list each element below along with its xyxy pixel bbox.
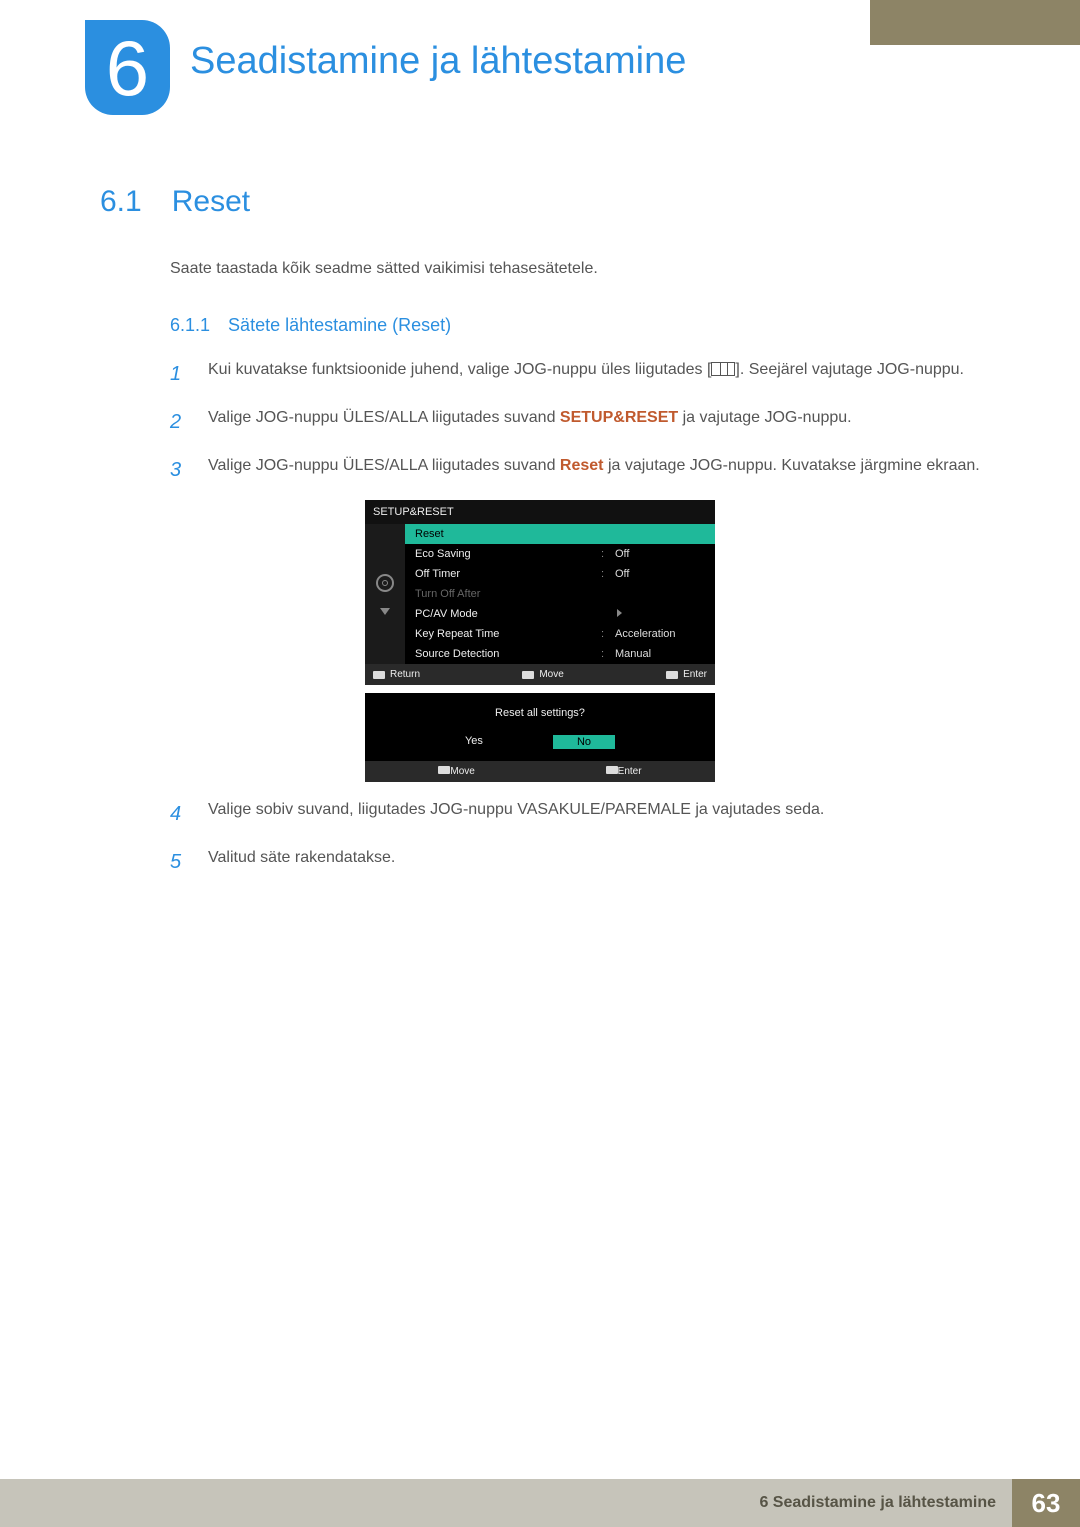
label: Move [539, 669, 563, 680]
osd-header: SETUP&RESET [365, 500, 715, 524]
menu-value: Acceleration [615, 628, 705, 640]
menu-label: Source Detection [415, 648, 595, 660]
osd-confirm-dialog: Reset all settings? Yes No Move Enter [365, 693, 715, 782]
menu-label: Reset [415, 528, 705, 540]
menu-label: Eco Saving [415, 548, 595, 560]
step-text: Valige JOG-nuppu ÜLES/ALLA liigutades su… [208, 404, 980, 440]
highlight: Reset [560, 457, 604, 474]
enter-icon [666, 671, 678, 679]
step-number: 2 [170, 404, 188, 440]
move-icon [438, 766, 450, 774]
footer-text: 6 Seadistamine ja lähtestamine [0, 1479, 1012, 1527]
arrow-down-icon [380, 608, 390, 615]
menu-icon [711, 362, 735, 376]
page-number: 63 [1012, 1479, 1080, 1527]
step-text: Valige sobiv suvand, liigutades JOG-nupp… [208, 796, 980, 832]
osd-menu-item: Turn Off After [405, 584, 715, 604]
osd-menu-item: Off Timer: Off [405, 564, 715, 584]
step-5: 5 Valitud säte rakendatakse. [170, 844, 980, 880]
step-4: 4 Valige sobiv suvand, liigutades JOG-nu… [170, 796, 980, 832]
menu-label: Key Repeat Time [415, 628, 595, 640]
step-number: 3 [170, 452, 188, 488]
step-text: Valitud säte rakendatakse. [208, 844, 980, 880]
label: Enter [683, 669, 707, 680]
step-number: 5 [170, 844, 188, 880]
osd-sidebar [365, 524, 405, 664]
colon: : [601, 568, 609, 580]
step-number: 1 [170, 356, 188, 392]
gear-icon [376, 574, 394, 592]
step-text: Valige JOG-nuppu ÜLES/ALLA liigutades su… [208, 452, 980, 488]
menu-value: Manual [615, 648, 705, 660]
page-footer: 6 Seadistamine ja lähtestamine 63 [0, 1479, 1080, 1527]
colon: : [601, 648, 609, 660]
confirm-yes: Yes [465, 735, 483, 749]
label: Enter [618, 766, 642, 777]
osd-panel-main: SETUP&RESET ResetEco Saving:OffOff Timer… [365, 500, 715, 685]
menu-value: Off [615, 568, 705, 580]
enter-icon [606, 766, 618, 774]
chapter-badge: 6 [85, 20, 170, 115]
confirm-no: No [553, 735, 615, 749]
arrow-right-icon [617, 609, 622, 617]
confirm-footer: Move Enter [365, 761, 715, 782]
osd-menu-item: Key Repeat Time: Acceleration [405, 624, 715, 644]
subsection-title: Sätete lähtestamine (Reset) [228, 315, 451, 336]
footer-return: Return [373, 669, 420, 680]
subsection-number: 6.1.1 [170, 315, 210, 336]
osd-menu-item: PC/AV Mode [405, 604, 715, 624]
text-fragment: ]. Seejärel vajutage JOG-nuppu. [735, 361, 964, 378]
footer-enter: Enter [666, 669, 707, 680]
step-number: 4 [170, 796, 188, 832]
section-number: 6.1 [100, 185, 142, 219]
osd-footer: Return Move Enter [365, 664, 715, 685]
text-fragment: Valige JOG-nuppu ÜLES/ALLA liigutades su… [208, 457, 560, 474]
chapter-title: Seadistamine ja lähtestamine [190, 40, 686, 83]
top-accent-bar [870, 0, 1080, 45]
step-3: 3 Valige JOG-nuppu ÜLES/ALLA liigutades … [170, 452, 980, 488]
menu-label: PC/AV Mode [415, 608, 595, 620]
colon: : [601, 628, 609, 640]
move-icon [522, 671, 534, 679]
osd-menu-item: Reset [405, 524, 715, 544]
section-heading: 6.1 Reset [100, 185, 980, 219]
subsection-heading: 6.1.1 Sätete lähtestamine (Reset) [170, 315, 980, 336]
content-area: 6.1 Reset Saate taastada kõik seadme sät… [100, 185, 980, 892]
footer-move: Move [438, 766, 474, 777]
footer-enter: Enter [606, 766, 642, 777]
text-fragment: ja vajutage JOG-nuppu. [678, 409, 851, 426]
osd-body: Reset Eco Saving: Off Off Timer: Off Turn Off… [365, 524, 715, 664]
section-intro: Saate taastada kõik seadme sätted vaikim… [170, 257, 980, 281]
step-2: 2 Valige JOG-nuppu ÜLES/ALLA liigutades … [170, 404, 980, 440]
menu-value: Off [615, 548, 705, 560]
menu-label: Turn Off After [415, 588, 705, 600]
label: Move [450, 766, 474, 777]
return-icon [373, 671, 385, 679]
osd-menu-item: Eco Saving: Off [405, 544, 715, 564]
text-fragment: Valige JOG-nuppu ÜLES/ALLA liigutades su… [208, 409, 560, 426]
osd-screenshot: SETUP&RESET ResetEco Saving:OffOff Timer… [365, 500, 715, 782]
footer-move: Move [522, 669, 563, 680]
confirm-question: Reset all settings? [365, 693, 715, 729]
text-fragment: ja vajutage JOG-nuppu. Kuvatakse järgmin… [604, 457, 980, 474]
highlight: SETUP&RESET [560, 409, 678, 426]
label: Return [390, 669, 420, 680]
step-text: Kui kuvatakse funktsioonide juhend, vali… [208, 356, 980, 392]
section-title: Reset [172, 185, 250, 219]
osd-menu-item: Source Detection: Manual [405, 644, 715, 664]
confirm-options: Yes No [365, 729, 715, 761]
menu-label: Off Timer [415, 568, 595, 580]
text-fragment: Kui kuvatakse funktsioonide juhend, vali… [208, 361, 711, 378]
colon: : [601, 548, 609, 560]
chapter-number: 6 [106, 29, 149, 107]
step-1: 1 Kui kuvatakse funktsioonide juhend, va… [170, 356, 980, 392]
osd-menu-list: Reset Eco Saving: Off Off Timer: Off Turn Off… [405, 524, 715, 664]
